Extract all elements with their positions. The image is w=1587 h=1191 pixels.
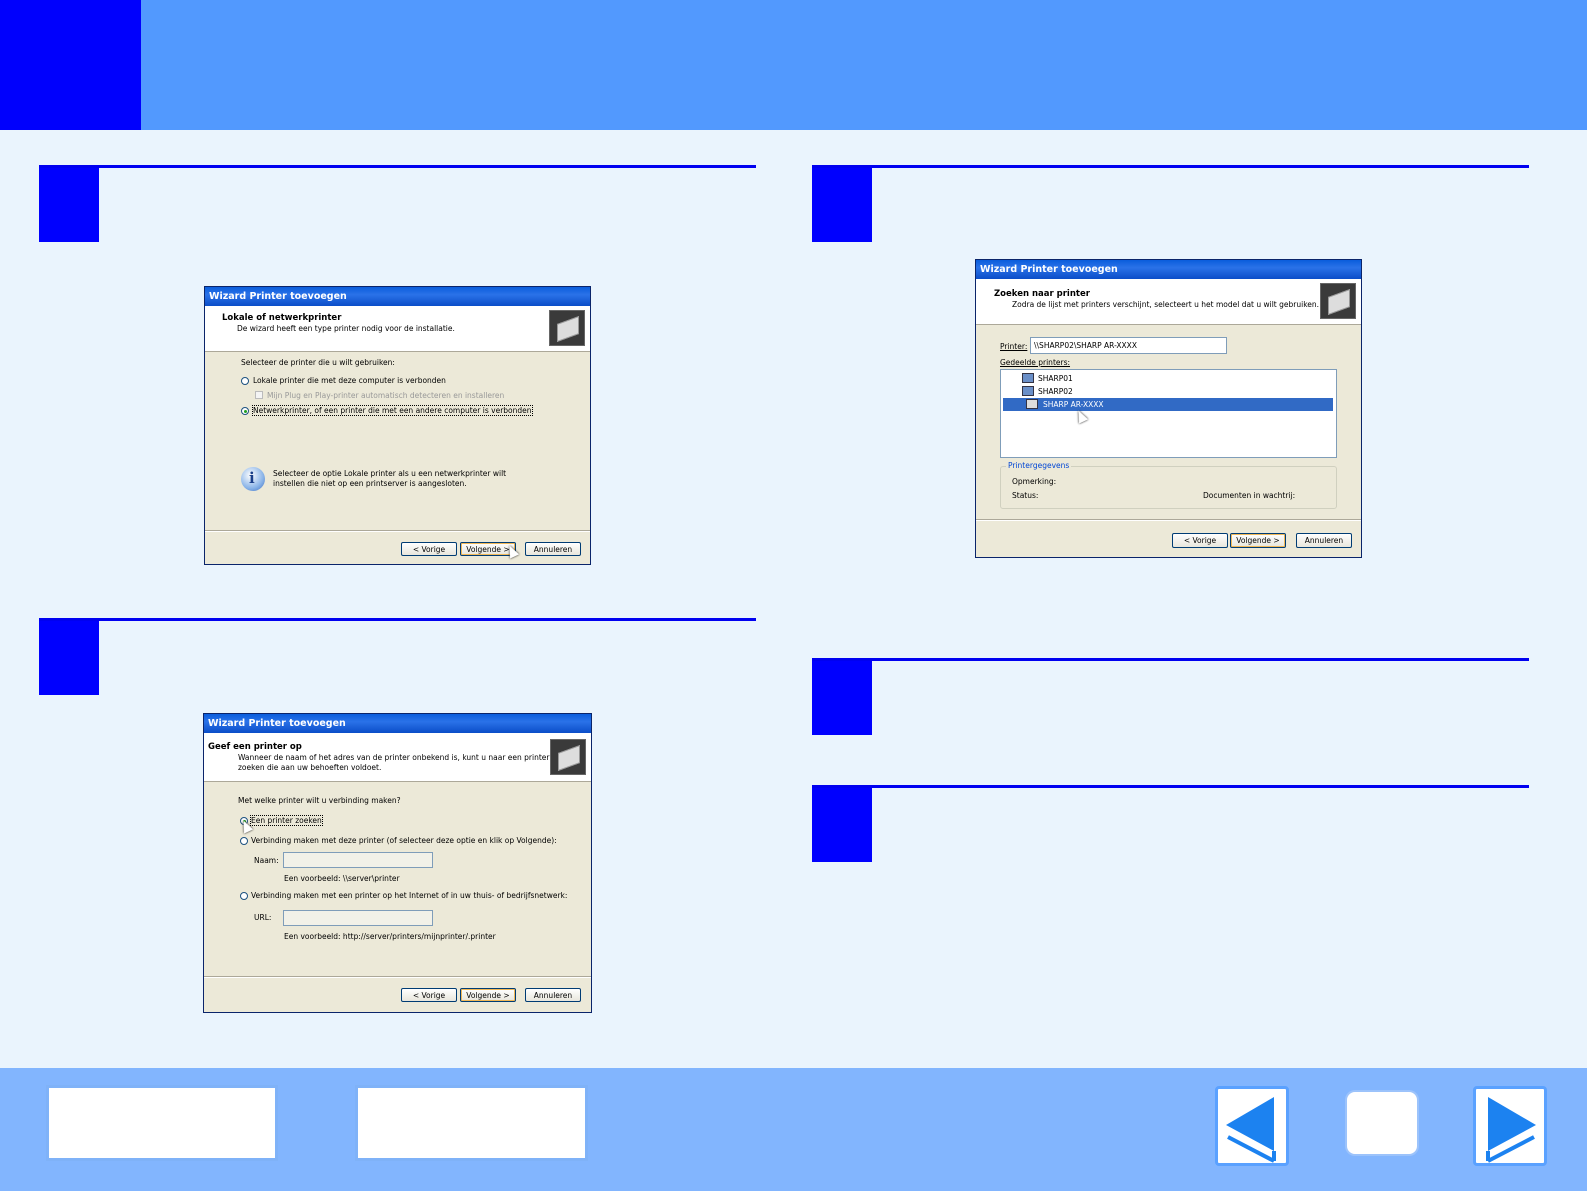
dialog-separator [976, 519, 1361, 521]
info-icon [241, 467, 265, 491]
wizard-dialog-local-network: Wizard Printer toevoegen Lokale of netwe… [204, 286, 591, 565]
footer-button-1[interactable] [46, 1085, 278, 1161]
next-page-button[interactable] [1473, 1086, 1547, 1166]
step-section-4 [812, 658, 1529, 741]
arrow-right-icon [1486, 1097, 1536, 1163]
printer-details-legend: Printergegevens [1006, 461, 1072, 470]
radio-connect-printer-label[interactable]: Verbinding maken met deze printer (of se… [251, 836, 557, 845]
info-text-line-1: Selecteer de optie Lokale printer als u … [273, 469, 507, 478]
dialog-heading: Geef een printer op [208, 742, 302, 752]
radio-search-printer-label[interactable]: Een printer zoeken [250, 815, 323, 826]
back-button[interactable]: < Vorige [401, 988, 457, 1002]
dialog-title: Wizard Printer toevoegen [205, 287, 590, 306]
printer-icon [1026, 399, 1038, 409]
cancel-button[interactable]: Annuleren [525, 542, 581, 556]
mouse-cursor-icon [504, 543, 520, 559]
printer-icon [550, 739, 586, 775]
printer-icon [549, 310, 585, 346]
next-button[interactable]: Volgende > [460, 988, 516, 1002]
dialog-header-panel: Lokale of netwerkprinter De wizard heeft… [205, 306, 590, 352]
dialog-subtitle: De wizard heeft een type printer nodig v… [237, 324, 455, 333]
dialog-title: Wizard Printer toevoegen [204, 714, 591, 733]
computer-icon [1022, 373, 1034, 383]
url-field[interactable] [283, 910, 433, 926]
step-number-marker [812, 661, 872, 735]
back-button[interactable]: < Vorige [401, 542, 457, 556]
header-bar [0, 0, 1587, 130]
radio-connect-url[interactable] [240, 892, 248, 900]
computer-icon [1022, 386, 1034, 396]
name-example: Een voorbeeld: \\server\printer [284, 874, 400, 883]
footer-button-2[interactable] [355, 1085, 588, 1161]
page-button[interactable] [1347, 1092, 1417, 1154]
printer-field[interactable]: \\SHARP02\SHARP AR-XXXX [1030, 337, 1227, 354]
wizard-dialog-specify-printer: Wizard Printer toevoegen Geef een printe… [203, 713, 592, 1013]
dialog-heading: Lokale of netwerkprinter [222, 313, 342, 323]
dialog-heading: Zoeken naar printer [994, 289, 1090, 299]
step-section-5 [812, 785, 1529, 868]
printer-details-group: Printergegevens Opmerking: Status: Docum… [1000, 461, 1337, 509]
tree-item-sharp-ar-label: SHARP AR-XXXX [1043, 400, 1104, 409]
cancel-button[interactable]: Annuleren [525, 988, 581, 1002]
step-number-marker [812, 788, 872, 862]
step-section-1 [39, 165, 756, 248]
printer-field-label: Printer: [1000, 342, 1028, 351]
radio-local-printer-label[interactable]: Lokale printer die met deze computer is … [253, 376, 446, 385]
dialog-subtitle: Zodra de lijst met printers verschijnt, … [1012, 300, 1320, 309]
radio-local-printer[interactable] [241, 377, 249, 385]
back-button[interactable]: < Vorige [1172, 533, 1228, 548]
dialog-subtitle-line-1: Wanneer de naam of het adres van de prin… [238, 753, 550, 762]
wizard-dialog-search-printer: Wizard Printer toevoegen Zoeken naar pri… [975, 259, 1362, 558]
radio-connect-printer[interactable] [240, 837, 248, 845]
status-label: Status: [1012, 491, 1039, 500]
previous-page-button[interactable] [1215, 1086, 1289, 1166]
checkbox-plug-and-play[interactable] [255, 391, 263, 399]
comment-label: Opmerking: [1012, 477, 1057, 486]
shared-printers-label: Gedeelde printers: [1000, 358, 1071, 367]
step-number-marker [812, 168, 872, 242]
radio-connect-url-label[interactable]: Verbinding maken met een printer op het … [251, 891, 567, 900]
shared-printers-tree[interactable]: SHARP01 SHARP02 SHARP AR-XXXX [1000, 369, 1337, 458]
radio-network-printer-label[interactable]: Netwerkprinter, of een printer die met e… [252, 405, 533, 416]
tree-item-sharp02[interactable]: SHARP02 [1038, 387, 1073, 396]
radio-network-printer[interactable] [241, 407, 249, 415]
printer-question: Met welke printer wilt u verbinding make… [238, 796, 401, 805]
dialog-subtitle-line-2: zoeken die aan uw behoeften voldoet. [238, 763, 382, 772]
tree-item-sharp01[interactable]: SHARP01 [1038, 374, 1073, 383]
next-button[interactable]: Volgende > [1230, 533, 1286, 548]
printer-icon [1320, 283, 1356, 319]
cancel-button[interactable]: Annuleren [1296, 533, 1352, 548]
info-text-line-2: instellen die niet op een printserver is… [273, 479, 467, 488]
name-field[interactable] [283, 852, 433, 868]
printer-field-value: \\SHARP02\SHARP AR-XXXX [1034, 341, 1137, 350]
dialog-header-panel: Geef een printer op Wanneer de naam of h… [204, 733, 591, 782]
step-section-3 [812, 165, 1529, 248]
name-field-label: Naam: [254, 856, 279, 865]
checkbox-plug-and-play-label[interactable]: Mijn Plug en Play-printer automatisch de… [267, 391, 504, 400]
header-chapter-marker [0, 0, 141, 130]
dialog-separator [205, 530, 590, 532]
footer-bar [0, 1068, 1587, 1191]
url-field-label: URL: [254, 913, 272, 922]
dialog-separator [204, 976, 591, 978]
dialog-header-panel: Zoeken naar printer Zodra de lijst met p… [976, 279, 1361, 325]
status-value: Documenten in wachtrij: [1203, 491, 1296, 500]
arrow-left-icon [1226, 1097, 1276, 1163]
dialog-title: Wizard Printer toevoegen [976, 260, 1361, 279]
tree-item-sharp-ar-selected[interactable]: SHARP AR-XXXX [1003, 398, 1333, 411]
step-section-2 [39, 618, 756, 701]
step-number-marker [39, 621, 99, 695]
printer-question: Selecteer de printer die u wilt gebruike… [241, 358, 395, 367]
step-number-marker [39, 168, 99, 242]
url-example: Een voorbeeld: http://server/printers/mi… [284, 932, 496, 941]
